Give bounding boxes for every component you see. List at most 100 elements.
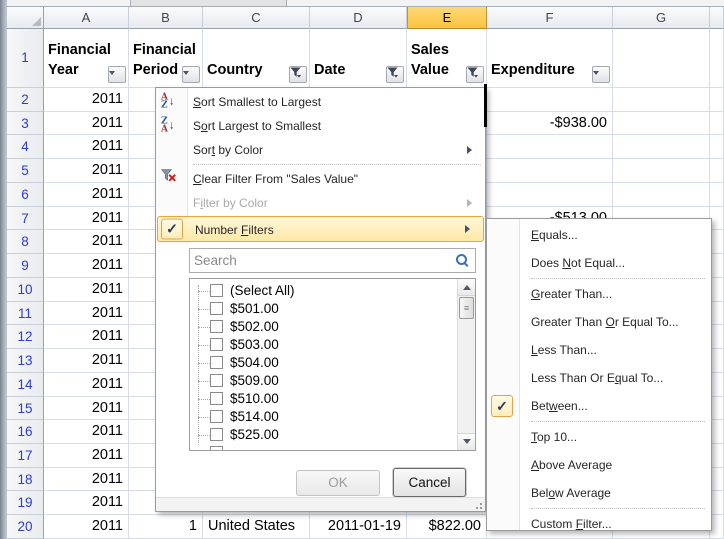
row-header[interactable]: 11 [7, 302, 44, 326]
filter-value-item[interactable]: $502.00 [190, 318, 458, 336]
cell[interactable]: 2011 [44, 468, 129, 492]
row-header[interactable]: 5 [7, 159, 44, 183]
header-cell-G[interactable] [613, 29, 710, 88]
header-cell-sales-value[interactable]: Sales Value [407, 29, 487, 88]
row-header[interactable]: 12 [7, 325, 44, 349]
filter-value-item[interactable]: $504.00 [190, 354, 458, 372]
resize-grip[interactable] [472, 500, 482, 509]
cell[interactable] [487, 135, 613, 159]
checkbox[interactable] [210, 410, 223, 423]
row-header[interactable]: 19 [7, 491, 44, 515]
menu-item-above-average[interactable]: Above Average [487, 451, 711, 479]
cell[interactable]: 2011 [44, 254, 129, 278]
column-header-F[interactable]: F [487, 7, 613, 29]
cell[interactable]: 2011 [44, 207, 129, 231]
menu-item-sort-largest-to-smallest[interactable]: ZA↓Sort Largest to Smallest [156, 114, 485, 138]
cell[interactable]: -$938.00 [487, 112, 613, 136]
checkbox[interactable] [210, 302, 223, 315]
checkbox[interactable] [210, 338, 223, 351]
scroll-up-button[interactable] [458, 279, 475, 296]
cell[interactable]: 2011 [44, 88, 129, 112]
row-header[interactable]: 14 [7, 373, 44, 397]
checkbox[interactable] [210, 374, 223, 387]
header-cell-financial-period[interactable]: Financial Period [129, 29, 203, 88]
menu-item-sort-smallest-to-largest[interactable]: AZ↓Sort Smallest to Largest [156, 90, 485, 114]
row-header[interactable]: 2 [7, 88, 44, 112]
menu-item-top-10[interactable]: Top 10... [487, 423, 711, 451]
cell[interactable]: 2011 [44, 112, 129, 136]
menu-item-below-average[interactable]: Below Average [487, 479, 711, 507]
cell[interactable]: 2011 [44, 278, 129, 302]
menu-item-number-filters[interactable]: ✓Number Filters [157, 216, 484, 242]
checkbox[interactable] [210, 320, 223, 333]
row-header[interactable]: 7 [7, 207, 44, 231]
row-header-1[interactable]: 1 [7, 29, 44, 88]
row-header[interactable]: 20 [7, 515, 44, 539]
header-cell-financial-year[interactable]: Financial Year [44, 29, 129, 88]
scroll-down-button[interactable] [458, 433, 475, 450]
scrollbar-thumb[interactable]: ≡ [459, 297, 474, 319]
row-header[interactable]: 18 [7, 468, 44, 492]
cell[interactable] [613, 159, 710, 183]
row-header[interactable]: 15 [7, 397, 44, 421]
cell[interactable]: 2011 [44, 444, 129, 468]
filter-value-item[interactable]: $509.00 [190, 372, 458, 390]
column-header-E-selected[interactable]: E [407, 7, 487, 29]
column-header-D[interactable]: D [310, 7, 407, 29]
filter-value-item[interactable]: (Select All) [190, 282, 458, 300]
filter-active-button-C[interactable] [289, 66, 307, 83]
filter-value-item[interactable]: $510.00 [190, 390, 458, 408]
cell[interactable]: 2011 [44, 515, 129, 539]
menu-item-less-than[interactable]: Less Than... [487, 336, 711, 364]
cell[interactable]: 2011 [44, 183, 129, 207]
row-header[interactable]: 17 [7, 444, 44, 468]
row-header[interactable]: 9 [7, 254, 44, 278]
checkbox[interactable] [210, 356, 223, 369]
filter-dropdown-button-F[interactable] [592, 66, 610, 83]
header-cell-country[interactable]: Country [203, 29, 310, 88]
cell[interactable] [613, 183, 710, 207]
filter-value-item[interactable]: $503.00 [190, 336, 458, 354]
column-header-C[interactable]: C [203, 7, 310, 29]
cell[interactable]: 2011-01-19 [310, 515, 407, 539]
row-header[interactable]: 3 [7, 112, 44, 136]
cell[interactable]: 2011 [44, 420, 129, 444]
header-cell-date[interactable]: Date [310, 29, 407, 88]
cell[interactable] [487, 159, 613, 183]
cell[interactable]: 2011 [44, 373, 129, 397]
filter-value-item[interactable]: $514.00 [190, 408, 458, 426]
cell[interactable]: 2011 [44, 135, 129, 159]
row-header[interactable]: 8 [7, 230, 44, 254]
menu-item-greater-than-or-equal-to[interactable]: Greater Than Or Equal To... [487, 308, 711, 336]
cell[interactable]: 1 [129, 515, 203, 539]
cell[interactable] [613, 88, 710, 112]
checkbox[interactable] [210, 392, 223, 405]
row-header[interactable]: 4 [7, 135, 44, 159]
menu-item-greater-than[interactable]: Greater Than... [487, 280, 711, 308]
menu-item-sort-by-color[interactable]: Sort by Color [156, 138, 485, 162]
filter-active-button-D[interactable] [386, 66, 404, 83]
cell[interactable]: 2011 [44, 397, 129, 421]
menu-item-between[interactable]: ✓Between... [487, 392, 711, 420]
cell[interactable]: 2011 [44, 349, 129, 373]
cell[interactable]: 2011 [44, 325, 129, 349]
menu-item-does-not-equal[interactable]: Does Not Equal... [487, 249, 711, 277]
filter-active-button-E[interactable] [466, 66, 484, 83]
filter-value-item[interactable]: $525.00 [190, 426, 458, 444]
checkbox[interactable] [210, 428, 223, 441]
row-header[interactable]: 10 [7, 278, 44, 302]
column-header-B[interactable]: B [129, 7, 203, 29]
scrollbar[interactable]: ≡ [457, 279, 475, 450]
cell[interactable]: 2011 [44, 230, 129, 254]
menu-item-less-than-or-equal-to[interactable]: Less Than Or Equal To... [487, 364, 711, 392]
filter-dropdown-button-A[interactable] [108, 66, 126, 83]
search-input[interactable] [194, 251, 451, 270]
row-header[interactable]: 6 [7, 183, 44, 207]
row-header[interactable]: 16 [7, 420, 44, 444]
header-cell-expenditure[interactable]: Expenditure [487, 29, 613, 88]
filter-value-item[interactable]: $501.00 [190, 300, 458, 318]
cell[interactable]: 2011 [44, 159, 129, 183]
cell[interactable] [613, 112, 710, 136]
menu-item-clear-filter-from-sales-value[interactable]: Clear Filter From "Sales Value" [156, 167, 485, 191]
cell[interactable]: $822.00 [407, 515, 487, 539]
